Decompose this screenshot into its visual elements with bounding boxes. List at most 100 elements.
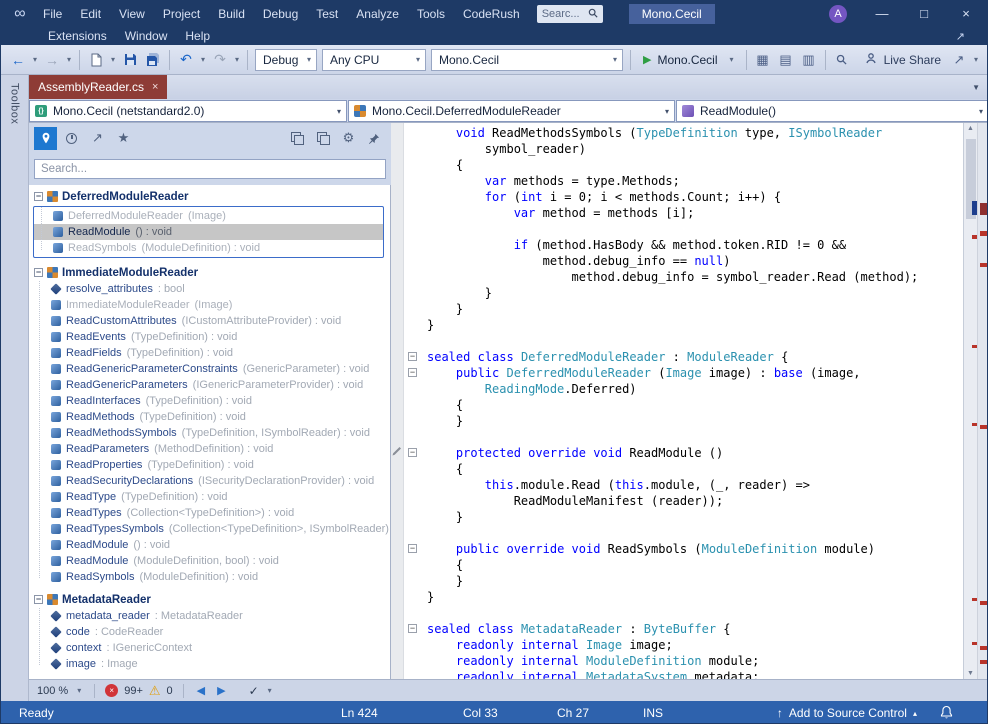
menu-tools[interactable]: Tools xyxy=(408,1,454,27)
pin-icon[interactable] xyxy=(363,127,386,150)
code-line[interactable]: protected override void ReadModule () xyxy=(427,445,918,461)
undo-icon[interactable]: ↶ xyxy=(175,49,197,71)
menu-analyze[interactable]: Analyze xyxy=(347,1,408,27)
code-line[interactable]: sealed class DeferredModuleReader : Modu… xyxy=(427,349,918,365)
menu-test[interactable]: Test xyxy=(307,1,347,27)
member-item-ImmediateModuleReader[interactable]: ImmediateModuleReader(Image) xyxy=(32,297,390,313)
quick-search-input[interactable] xyxy=(542,8,584,20)
code-line[interactable]: void ReadMethodsSymbols (TypeDefinition … xyxy=(427,125,918,141)
close-button[interactable]: × xyxy=(945,1,987,27)
code-line[interactable]: { xyxy=(427,157,918,173)
code-line[interactable]: ReadingMode.Deferred) xyxy=(427,381,918,397)
member-item-context[interactable]: context : IGenericContext xyxy=(32,640,390,656)
toolbox-tab[interactable]: Toolbox xyxy=(1,75,29,701)
fold-collapse-icon[interactable]: − xyxy=(408,448,417,457)
scrollbar-track[interactable]: ▲ ▼ xyxy=(963,123,977,679)
caret-down-icon[interactable]: ▾ xyxy=(265,686,275,695)
member-item-metadata_reader[interactable]: metadata_reader : MetadataReader xyxy=(32,608,390,624)
member-item-ReadEvents[interactable]: ReadEvents(TypeDefinition) : void xyxy=(32,329,390,345)
add-to-source-control-button[interactable]: ↑ Add to Source Control ▴ xyxy=(777,701,917,724)
fold-collapse-icon[interactable]: − xyxy=(408,544,417,553)
scroll-down-icon[interactable]: ▼ xyxy=(964,670,977,677)
member-item-ReadInterfaces[interactable]: ReadInterfaces(TypeDefinition) : void xyxy=(32,393,390,409)
navigate-forward-icon[interactable]: → xyxy=(41,49,63,71)
code-line[interactable]: public DeferredModuleReader (Image image… xyxy=(427,365,918,381)
code-line[interactable]: { xyxy=(427,557,918,573)
member-item-image[interactable]: image : Image xyxy=(32,656,390,672)
status-character[interactable]: Ch 27 xyxy=(557,701,589,724)
find-in-files-icon[interactable] xyxy=(831,49,853,71)
member-item-ReadType[interactable]: ReadType(TypeDefinition) : void xyxy=(32,489,390,505)
caret-down-icon[interactable]: ▾ xyxy=(730,55,734,64)
member-item-ReadModule[interactable]: ReadModule(ModuleDefinition, bool) : voi… xyxy=(32,553,390,569)
code-line[interactable]: symbol_reader) xyxy=(427,141,918,157)
menu-coderush[interactable]: CodeRush xyxy=(454,1,529,27)
menu-file[interactable]: File xyxy=(34,1,71,27)
maximize-button[interactable]: □ xyxy=(903,1,945,27)
error-count[interactable]: 99+ xyxy=(124,685,143,697)
code-line[interactable] xyxy=(427,333,918,349)
code-line[interactable]: } xyxy=(427,589,918,605)
code-line[interactable]: for (int i = 0; i < methods.Count; i++) … xyxy=(427,189,918,205)
code-line[interactable]: var methods = type.Methods; xyxy=(427,173,918,189)
code-line[interactable]: method.debug_info = symbol_reader.Read (… xyxy=(427,269,918,285)
code-line[interactable]: { xyxy=(427,397,918,413)
code-line[interactable]: } xyxy=(427,509,918,525)
code-line[interactable]: readonly internal MetadataSystem metadat… xyxy=(427,669,918,679)
live-share-button[interactable]: Live Share xyxy=(858,51,947,68)
menu-debug[interactable]: Debug xyxy=(254,1,307,27)
new-file-icon[interactable] xyxy=(85,49,107,71)
member-item-ReadTypesSymbols[interactable]: ReadTypesSymbols(Collection<TypeDefiniti… xyxy=(32,521,390,537)
save-all-icon[interactable] xyxy=(142,49,164,71)
caret-down-icon[interactable]: ▾ xyxy=(108,55,118,64)
solution-configuration-dropdown[interactable]: Debug▾ xyxy=(255,49,317,71)
menu-extensions[interactable]: Extensions xyxy=(39,27,116,45)
tab-assemblyreader-cs[interactable]: AssemblyReader.cs × xyxy=(29,75,167,99)
notifications-bell-icon[interactable] xyxy=(940,705,953,723)
caret-down-icon[interactable]: ▾ xyxy=(971,55,981,64)
code-check-icon[interactable]: ✓ xyxy=(249,684,259,698)
warning-count[interactable]: 0 xyxy=(167,685,173,697)
member-item-ReadGenericParameterConstraints[interactable]: ReadGenericParameterConstraints(GenericP… xyxy=(32,361,390,377)
group-header-deferredmodulereader[interactable]: −DeferredModuleReader xyxy=(32,188,390,205)
solution-platform-dropdown[interactable]: Any CPU▾ xyxy=(322,49,426,71)
code-line[interactable] xyxy=(427,525,918,541)
menu-edit[interactable]: Edit xyxy=(71,1,110,27)
code-line[interactable]: } xyxy=(427,301,918,317)
member-item-resolve_attributes[interactable]: resolve_attributes : bool xyxy=(32,281,390,297)
share-icon[interactable]: ↗ xyxy=(948,49,970,71)
solution-explorer-icon[interactable]: ▦ xyxy=(752,49,774,71)
member-item-ReadModule[interactable]: ReadModule() : void xyxy=(34,224,383,240)
toolbox-window-icon[interactable]: ▥ xyxy=(798,49,820,71)
collapse-all-icon[interactable] xyxy=(311,127,334,150)
code-line[interactable]: } xyxy=(427,413,918,429)
menu-view[interactable]: View xyxy=(110,1,154,27)
member-item-ReadGenericParameters[interactable]: ReadGenericParameters(IGenericParameterP… xyxy=(32,377,390,393)
member-item-ReadProperties[interactable]: ReadProperties(TypeDefinition) : void xyxy=(32,457,390,473)
menu-build[interactable]: Build xyxy=(209,1,254,27)
account-avatar[interactable]: A xyxy=(829,5,847,23)
member-item-ReadMethods[interactable]: ReadMethods(TypeDefinition) : void xyxy=(32,409,390,425)
member-search-box[interactable] xyxy=(34,159,386,179)
code-line[interactable]: } xyxy=(427,317,918,333)
code-line[interactable]: readonly internal Image image; xyxy=(427,637,918,653)
status-line[interactable]: Ln 424 xyxy=(341,701,378,724)
settings-gear-icon[interactable]: ⚙ xyxy=(337,127,360,150)
status-column[interactable]: Col 33 xyxy=(463,701,498,724)
expand-all-icon[interactable] xyxy=(285,127,308,150)
code-line[interactable]: public override void ReadSymbols (Module… xyxy=(427,541,918,557)
save-icon[interactable] xyxy=(119,49,141,71)
send-feedback-icon[interactable]: ↗ xyxy=(956,30,965,43)
code-line[interactable]: this.module.Read (this.module, (_, reade… xyxy=(427,477,918,493)
group-header-immediatemodulereader[interactable]: −ImmediateModuleReader xyxy=(32,264,390,281)
properties-window-icon[interactable]: ▤ xyxy=(775,49,797,71)
zoom-level[interactable]: 100 % xyxy=(37,685,68,697)
code-line[interactable]: } xyxy=(427,285,918,301)
member-item-ReadModule[interactable]: ReadModule() : void xyxy=(32,537,390,553)
member-item-ReadCustomAttributes[interactable]: ReadCustomAttributes(ICustomAttributePro… xyxy=(32,313,390,329)
menu-help[interactable]: Help xyxy=(176,27,219,45)
collapse-icon[interactable]: − xyxy=(34,268,43,277)
code-line[interactable]: if (method.HasBody && method.token.RID !… xyxy=(427,237,918,253)
minimize-button[interactable]: — xyxy=(861,1,903,27)
startup-project-dropdown[interactable]: Mono.Cecil▾ xyxy=(431,49,623,71)
